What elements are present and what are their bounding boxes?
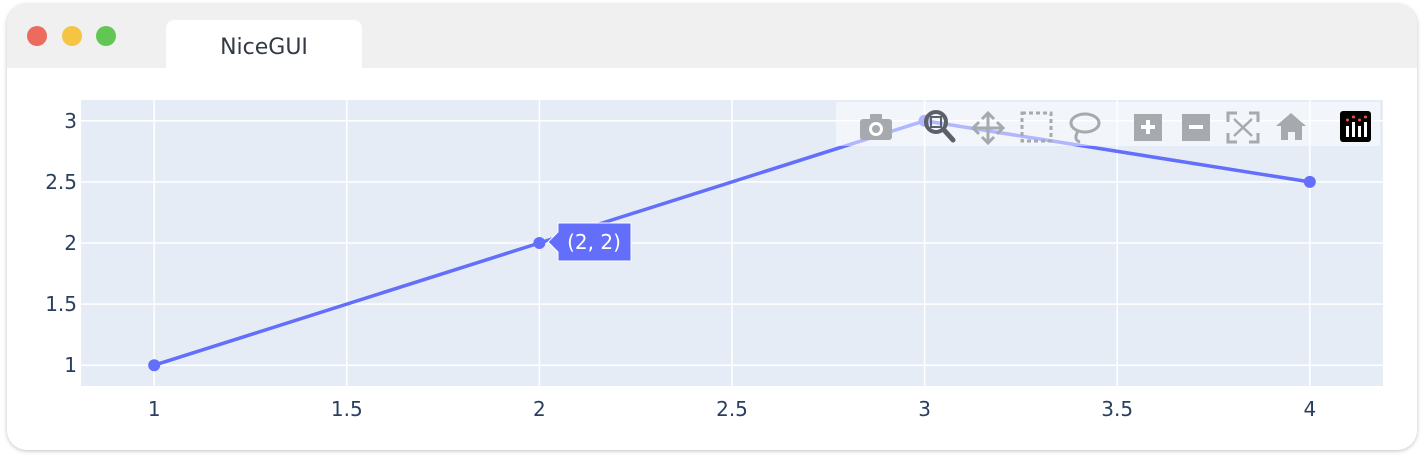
browser-window: NiceGUI 1 1.5 2 2.5 3 3.5 4 1 1.5 2 2.5 3 (2, 2)	[7, 4, 1417, 450]
hover-tooltip: (2, 2)	[547, 222, 632, 262]
x-tick-label: 3	[918, 397, 931, 421]
y-tick-label: 3	[64, 109, 77, 133]
y-tick-label: 2	[64, 231, 77, 255]
tooltip-text: (2, 2)	[567, 230, 621, 254]
data-point	[148, 359, 161, 372]
x-tick-label: 4	[1303, 397, 1316, 421]
maximize-window-button[interactable]	[96, 26, 116, 46]
zoom-in-icon[interactable]	[1134, 114, 1162, 141]
y-tick-label: 1	[64, 353, 77, 377]
page-content: 1 1.5 2 2.5 3 3.5 4 1 1.5 2 2.5 3 (2, 2)	[7, 68, 1417, 450]
y-axis-ticks: 1 1.5 2 2.5 3	[45, 109, 77, 377]
x-tick-label: 3.5	[1101, 397, 1133, 421]
x-tick-label: 1	[148, 397, 161, 421]
title-bar: NiceGUI	[7, 4, 1417, 70]
data-point	[533, 237, 546, 249]
y-tick-label: 2.5	[45, 170, 77, 194]
x-tick-label: 2	[533, 397, 546, 421]
modebar	[836, 102, 1380, 146]
y-tick-label: 1.5	[45, 292, 77, 316]
plotly-chart[interactable]: 1 1.5 2 2.5 3 3.5 4 1 1.5 2 2.5 3 (2, 2)	[7, 68, 1417, 450]
zoom-out-icon[interactable]	[1182, 114, 1210, 141]
minimize-window-button[interactable]	[62, 26, 82, 46]
plotly-logo-icon[interactable]	[1340, 111, 1371, 142]
browser-tab[interactable]: NiceGUI	[166, 20, 362, 70]
x-axis-ticks: 1 1.5 2 2.5 3 3.5 4	[148, 397, 1316, 421]
x-tick-label: 1.5	[331, 397, 363, 421]
data-point	[1303, 175, 1316, 188]
close-window-button[interactable]	[27, 26, 47, 46]
x-tick-label: 2.5	[716, 397, 748, 421]
